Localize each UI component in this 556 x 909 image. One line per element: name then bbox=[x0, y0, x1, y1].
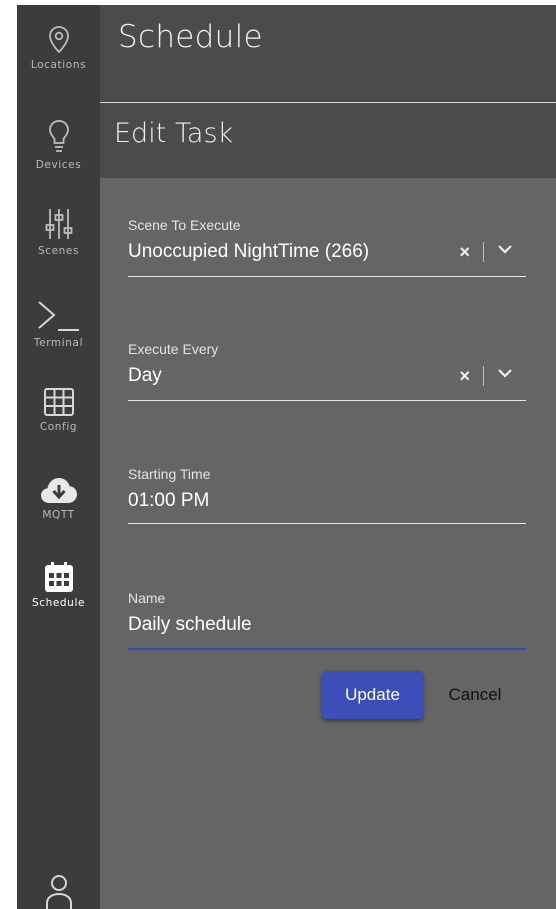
starting-time-field[interactable]: Starting Time 01:00 PM bbox=[128, 466, 526, 526]
execute-every-select[interactable]: Execute Every Day × bbox=[128, 341, 526, 401]
execute-every-underline bbox=[128, 400, 526, 401]
sidebar-item-label: Terminal bbox=[33, 337, 84, 349]
chevron-down-icon[interactable] bbox=[498, 245, 512, 254]
execute-every-value: Day bbox=[128, 365, 162, 386]
sidebar-item-scenes[interactable]: Scenes bbox=[17, 207, 100, 257]
name-label: Name bbox=[128, 590, 166, 606]
execute-every-label: Execute Every bbox=[128, 341, 219, 357]
update-button[interactable]: Update bbox=[322, 671, 423, 719]
cloud-download-icon bbox=[40, 478, 77, 503]
sidebar-item-label: Schedule bbox=[31, 597, 86, 609]
section-header: Edit Task bbox=[100, 103, 556, 178]
scene-clear-icon[interactable]: × bbox=[459, 242, 470, 263]
sidebar-item-locations[interactable]: Locations bbox=[17, 25, 100, 71]
sidebar-item-label: Config bbox=[39, 421, 78, 433]
sidebar: Locations Devices Scenes Terminal Config… bbox=[17, 5, 100, 909]
sliders-icon bbox=[45, 209, 72, 239]
chevron-down-icon[interactable] bbox=[498, 369, 512, 378]
name-underline bbox=[128, 648, 526, 650]
sidebar-item-schedule[interactable]: Schedule bbox=[17, 561, 100, 609]
app-window: Locations Devices Scenes Terminal Config… bbox=[17, 5, 556, 909]
sidebar-item-label: Locations bbox=[30, 59, 87, 71]
sidebar-item-label: Devices bbox=[35, 159, 82, 171]
starting-time-value: 01:00 PM bbox=[128, 490, 210, 511]
sidebar-item-label: MQTT bbox=[42, 509, 75, 521]
sidebar-item-mqtt[interactable]: MQTT bbox=[17, 475, 100, 521]
map-pin-icon bbox=[48, 26, 69, 54]
page-header: Schedule bbox=[100, 5, 556, 103]
name-value: Daily schedule bbox=[128, 614, 252, 635]
sidebar-item-devices[interactable]: Devices bbox=[17, 119, 100, 171]
sidebar-item-label: Scenes bbox=[37, 245, 80, 257]
grid-icon bbox=[43, 388, 74, 416]
starting-time-underline bbox=[128, 523, 526, 524]
page-title: Schedule bbox=[118, 19, 263, 55]
calendar-icon bbox=[44, 562, 73, 592]
starting-time-label: Starting Time bbox=[128, 466, 211, 482]
scene-underline bbox=[128, 276, 526, 277]
sidebar-item-terminal[interactable]: Terminal bbox=[17, 299, 100, 349]
separator bbox=[483, 366, 484, 386]
cancel-button[interactable]: Cancel bbox=[439, 671, 511, 719]
name-field[interactable]: Name Daily schedule bbox=[128, 590, 526, 650]
scene-value: Unoccupied NightTime (266) bbox=[128, 241, 370, 262]
scene-select[interactable]: Scene To Execute Unoccupied NightTime (2… bbox=[128, 217, 526, 277]
user-profile-button[interactable] bbox=[17, 873, 100, 909]
lightbulb-icon bbox=[48, 120, 69, 152]
user-icon bbox=[45, 875, 72, 909]
execute-every-clear-icon[interactable]: × bbox=[459, 366, 470, 387]
scene-label: Scene To Execute bbox=[128, 217, 241, 233]
section-title: Edit Task bbox=[114, 118, 234, 149]
separator bbox=[483, 242, 484, 262]
terminal-icon bbox=[37, 301, 79, 331]
sidebar-item-config[interactable]: Config bbox=[17, 387, 100, 433]
